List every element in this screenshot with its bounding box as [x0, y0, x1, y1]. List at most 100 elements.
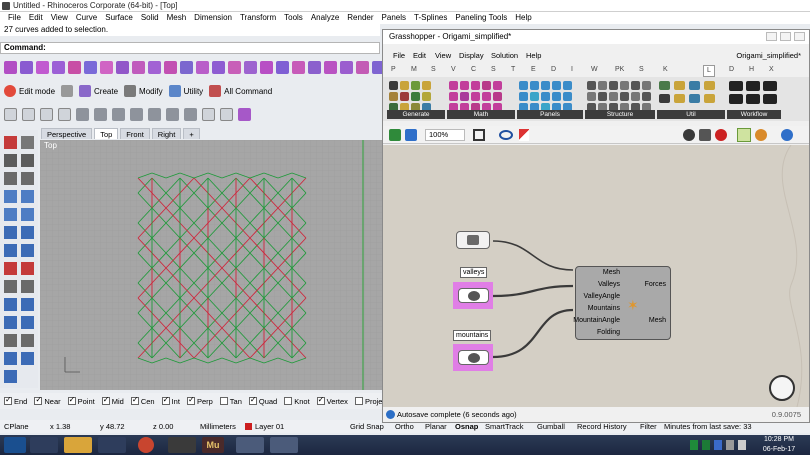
osnap-near[interactable]: Near: [34, 395, 61, 406]
text-tool-icon[interactable]: [21, 334, 34, 347]
chrome-icon[interactable]: [138, 437, 154, 453]
misc-app-icon[interactable]: [168, 437, 196, 453]
xray-icon[interactable]: [148, 107, 161, 121]
layer-icon[interactable]: [238, 107, 251, 121]
input-valleys[interactable]: Valleys: [598, 281, 620, 288]
layer-label[interactable]: Layer 01: [255, 420, 284, 433]
plane-tool-icon[interactable]: [4, 226, 17, 239]
osnap-tan[interactable]: Tan: [219, 397, 242, 406]
rhino-taskbar-icon[interactable]: [236, 437, 264, 453]
contour-tool-icon[interactable]: [276, 60, 289, 74]
menu-tools[interactable]: Tools: [280, 12, 307, 24]
dimension-tool-icon[interactable]: [4, 334, 17, 347]
curve-tool-icon[interactable]: [4, 60, 17, 74]
grasshopper-taskbar-icon[interactable]: [270, 437, 298, 453]
group-tool-icon[interactable]: [4, 352, 17, 365]
origami-component[interactable]: Mesh Valleys ValleyAngle Mountains Mount…: [573, 266, 671, 340]
array-tool-icon[interactable]: [324, 60, 337, 74]
osnap-checkbox[interactable]: [161, 395, 170, 405]
network-icon[interactable]: [738, 440, 746, 450]
gh-tab-maths[interactable]: M: [411, 64, 417, 76]
split-tool2-icon[interactable]: [21, 280, 34, 293]
trim-tool2-icon[interactable]: [4, 280, 17, 293]
tab-front[interactable]: Front: [120, 128, 150, 139]
tray-icon-3[interactable]: [714, 440, 722, 450]
top-viewport[interactable]: Top: [40, 140, 382, 390]
gh-menu-solution[interactable]: Solution: [491, 50, 518, 62]
osnap-knot[interactable]: Knot: [284, 397, 310, 406]
select-tool-icon[interactable]: [21, 136, 34, 149]
sketch-icon[interactable]: [519, 129, 529, 141]
utility-button[interactable]: Utility: [168, 85, 203, 97]
extrude-tool-icon[interactable]: [84, 60, 97, 74]
menu-file[interactable]: File: [4, 12, 25, 24]
osnap-checkbox[interactable]: [284, 397, 293, 405]
material-preview-icon[interactable]: [755, 129, 767, 141]
ghosted-icon[interactable]: [130, 107, 143, 121]
input-mountain-angle[interactable]: MountainAngle: [573, 317, 620, 324]
media-icon[interactable]: [98, 437, 126, 453]
rebuild-tool-icon[interactable]: [212, 60, 225, 74]
menu-curve[interactable]: Curve: [72, 12, 101, 24]
osnap-quad[interactable]: Quad: [248, 395, 277, 406]
selected-preview-icon[interactable]: [737, 128, 751, 142]
render-icon[interactable]: [202, 107, 215, 121]
preview-off-icon[interactable]: [683, 129, 695, 141]
boolean-tool-icon[interactable]: [4, 262, 17, 275]
blend-tool-icon[interactable]: [132, 60, 145, 74]
trim-tool-icon[interactable]: [164, 60, 177, 74]
gh-canvas[interactable]: valleys mountains Mesh Valleys ValleyAng…: [383, 145, 809, 407]
save-file-icon[interactable]: [405, 129, 417, 141]
gh-tab-curve[interactable]: C: [471, 64, 476, 76]
split-tool-icon[interactable]: [148, 60, 161, 74]
all-command-button[interactable]: All Command: [209, 85, 272, 97]
ribbon-group-structure[interactable]: Structure: [585, 79, 655, 119]
edit-mode-button[interactable]: Edit mode: [4, 85, 55, 97]
osnap-checkbox[interactable]: [316, 395, 325, 405]
muse-icon[interactable]: Mu: [202, 437, 224, 453]
shaded-preview-icon[interactable]: [715, 129, 727, 141]
sweep-tool-icon[interactable]: [52, 60, 65, 74]
volume-icon[interactable]: [726, 440, 734, 450]
tab-top[interactable]: Top: [94, 128, 119, 139]
minimize-icon[interactable]: [766, 32, 777, 41]
curve-tool2-icon[interactable]: [4, 172, 17, 185]
menu-help[interactable]: Help: [511, 12, 535, 24]
arc-tool-icon[interactable]: [21, 172, 34, 185]
zoom-icon[interactable]: [40, 107, 53, 121]
gh-document-name[interactable]: Origami_simplified*: [736, 50, 801, 62]
system-clock[interactable]: 10:28 PM 06-Feb-17: [754, 435, 804, 455]
ie-icon[interactable]: [30, 437, 58, 453]
document-preview-icon[interactable]: [781, 129, 793, 141]
cylinder-tool-icon[interactable]: [21, 244, 34, 257]
gh-tab-x[interactable]: X: [769, 64, 774, 76]
rendered-icon[interactable]: [112, 107, 125, 121]
menu-panels[interactable]: Panels: [378, 12, 410, 24]
osnap-cen[interactable]: Cen: [130, 395, 155, 406]
osnap-vertex[interactable]: Vertex: [316, 395, 348, 406]
open-file-icon[interactable]: [389, 129, 401, 141]
gh-menu-edit[interactable]: Edit: [413, 50, 426, 62]
menu-solid[interactable]: Solid: [137, 12, 163, 24]
ribbon-group-math[interactable]: Math: [447, 79, 515, 119]
viewport-label[interactable]: Top: [44, 141, 57, 150]
copy-tool-icon[interactable]: [21, 298, 34, 311]
block-tool-icon[interactable]: [21, 352, 34, 365]
osnap-mid[interactable]: Mid: [101, 395, 124, 406]
tray-icon-2[interactable]: [702, 440, 710, 450]
circle-tool-icon[interactable]: [4, 190, 17, 203]
valleys-param-node[interactable]: [458, 288, 489, 303]
clear-icon[interactable]: [61, 85, 74, 97]
gh-menu-help[interactable]: Help: [526, 50, 541, 62]
rectangle-tool-icon[interactable]: [4, 208, 17, 221]
gh-tab-sets[interactable]: S: [431, 64, 436, 76]
tray-icon-1[interactable]: [690, 440, 698, 450]
offset-tool-icon[interactable]: [244, 60, 257, 74]
project-tool-icon[interactable]: [260, 60, 273, 74]
menu-mesh[interactable]: Mesh: [163, 12, 191, 24]
menu-view[interactable]: View: [47, 12, 72, 24]
grid-snap-toggle[interactable]: Grid Snap: [350, 420, 384, 433]
rotate-tool-icon[interactable]: [4, 316, 17, 329]
menu-dimension[interactable]: Dimension: [190, 12, 236, 24]
menu-surface[interactable]: Surface: [101, 12, 137, 24]
